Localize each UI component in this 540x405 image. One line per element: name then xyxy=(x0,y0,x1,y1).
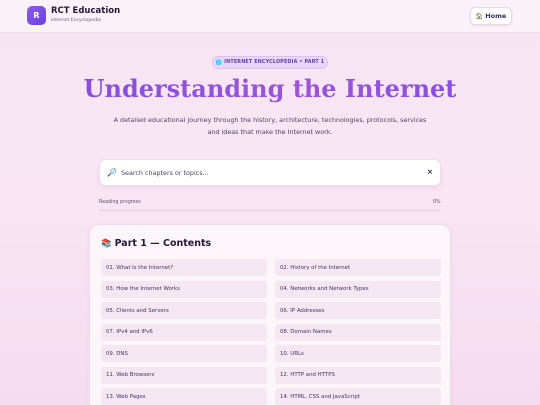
books-icon: 📚 xyxy=(101,238,112,249)
search-input[interactable] xyxy=(121,165,421,181)
clear-search-button[interactable]: × xyxy=(427,168,433,176)
part-badge: 🌐 INTERNET ENCYCLOPEDIA • PART 1 xyxy=(212,56,328,69)
contents-item[interactable]: 01. What Is the Internet? xyxy=(101,259,267,276)
top-bar: R RCT Education Internet Encyclopedia 🏠 … xyxy=(0,0,540,33)
contents-item[interactable]: 13. Web Pages xyxy=(101,388,267,405)
contents-card: 📚 Part 1 — Contents 01. What Is the Inte… xyxy=(89,224,451,405)
progress-percent: 0% xyxy=(433,200,441,205)
progress-track xyxy=(99,209,441,212)
search-box[interactable]: 🔎 × xyxy=(99,159,441,186)
progress-label: Reading progress xyxy=(99,200,141,205)
contents-item[interactable]: 14. HTML, CSS and JavaScript xyxy=(275,388,441,405)
contents-item[interactable]: 12. HTTP and HTTPS xyxy=(275,366,441,384)
contents-item[interactable]: 06. IP Addresses xyxy=(275,302,441,319)
globe-icon: 🌐 xyxy=(215,59,223,66)
contents-item[interactable]: 03. How the Internet Works xyxy=(101,280,267,298)
brand-title: RCT Education xyxy=(51,6,121,16)
contents-title-label: Part 1 — Contents xyxy=(114,238,212,249)
page-title: Understanding the Internet xyxy=(0,74,540,103)
house-icon: 🏠 xyxy=(475,12,484,20)
magnifier-icon: 🔎 xyxy=(107,168,117,177)
contents-list: 01. What Is the Internet? 02. History of … xyxy=(101,259,441,405)
contents-item[interactable]: 09. DNS xyxy=(101,345,267,362)
contents-item[interactable]: 02. History of the Internet xyxy=(275,259,441,276)
contents-item[interactable]: 11. Web Browsers xyxy=(101,366,267,384)
brand-subtitle: Internet Encyclopedia xyxy=(51,18,102,23)
contents-item[interactable]: 04. Networks and Network Types xyxy=(275,280,441,298)
page-description: A detailed educational journey through t… xyxy=(113,116,427,136)
brand-logo[interactable]: R xyxy=(27,6,46,25)
contents-item[interactable]: 05. Clients and Servers xyxy=(101,302,267,319)
home-button[interactable]: 🏠 Home xyxy=(470,7,512,25)
contents-title: 📚 Part 1 — Contents xyxy=(101,238,211,249)
home-button-label: Home xyxy=(485,12,507,20)
contents-item[interactable]: 07. IPv4 and IPv6 xyxy=(101,323,267,341)
contents-item[interactable]: 10. URLs xyxy=(275,345,441,362)
part-badge-label: INTERNET ENCYCLOPEDIA • PART 1 xyxy=(224,60,325,65)
contents-item[interactable]: 08. Domain Names xyxy=(275,323,441,341)
